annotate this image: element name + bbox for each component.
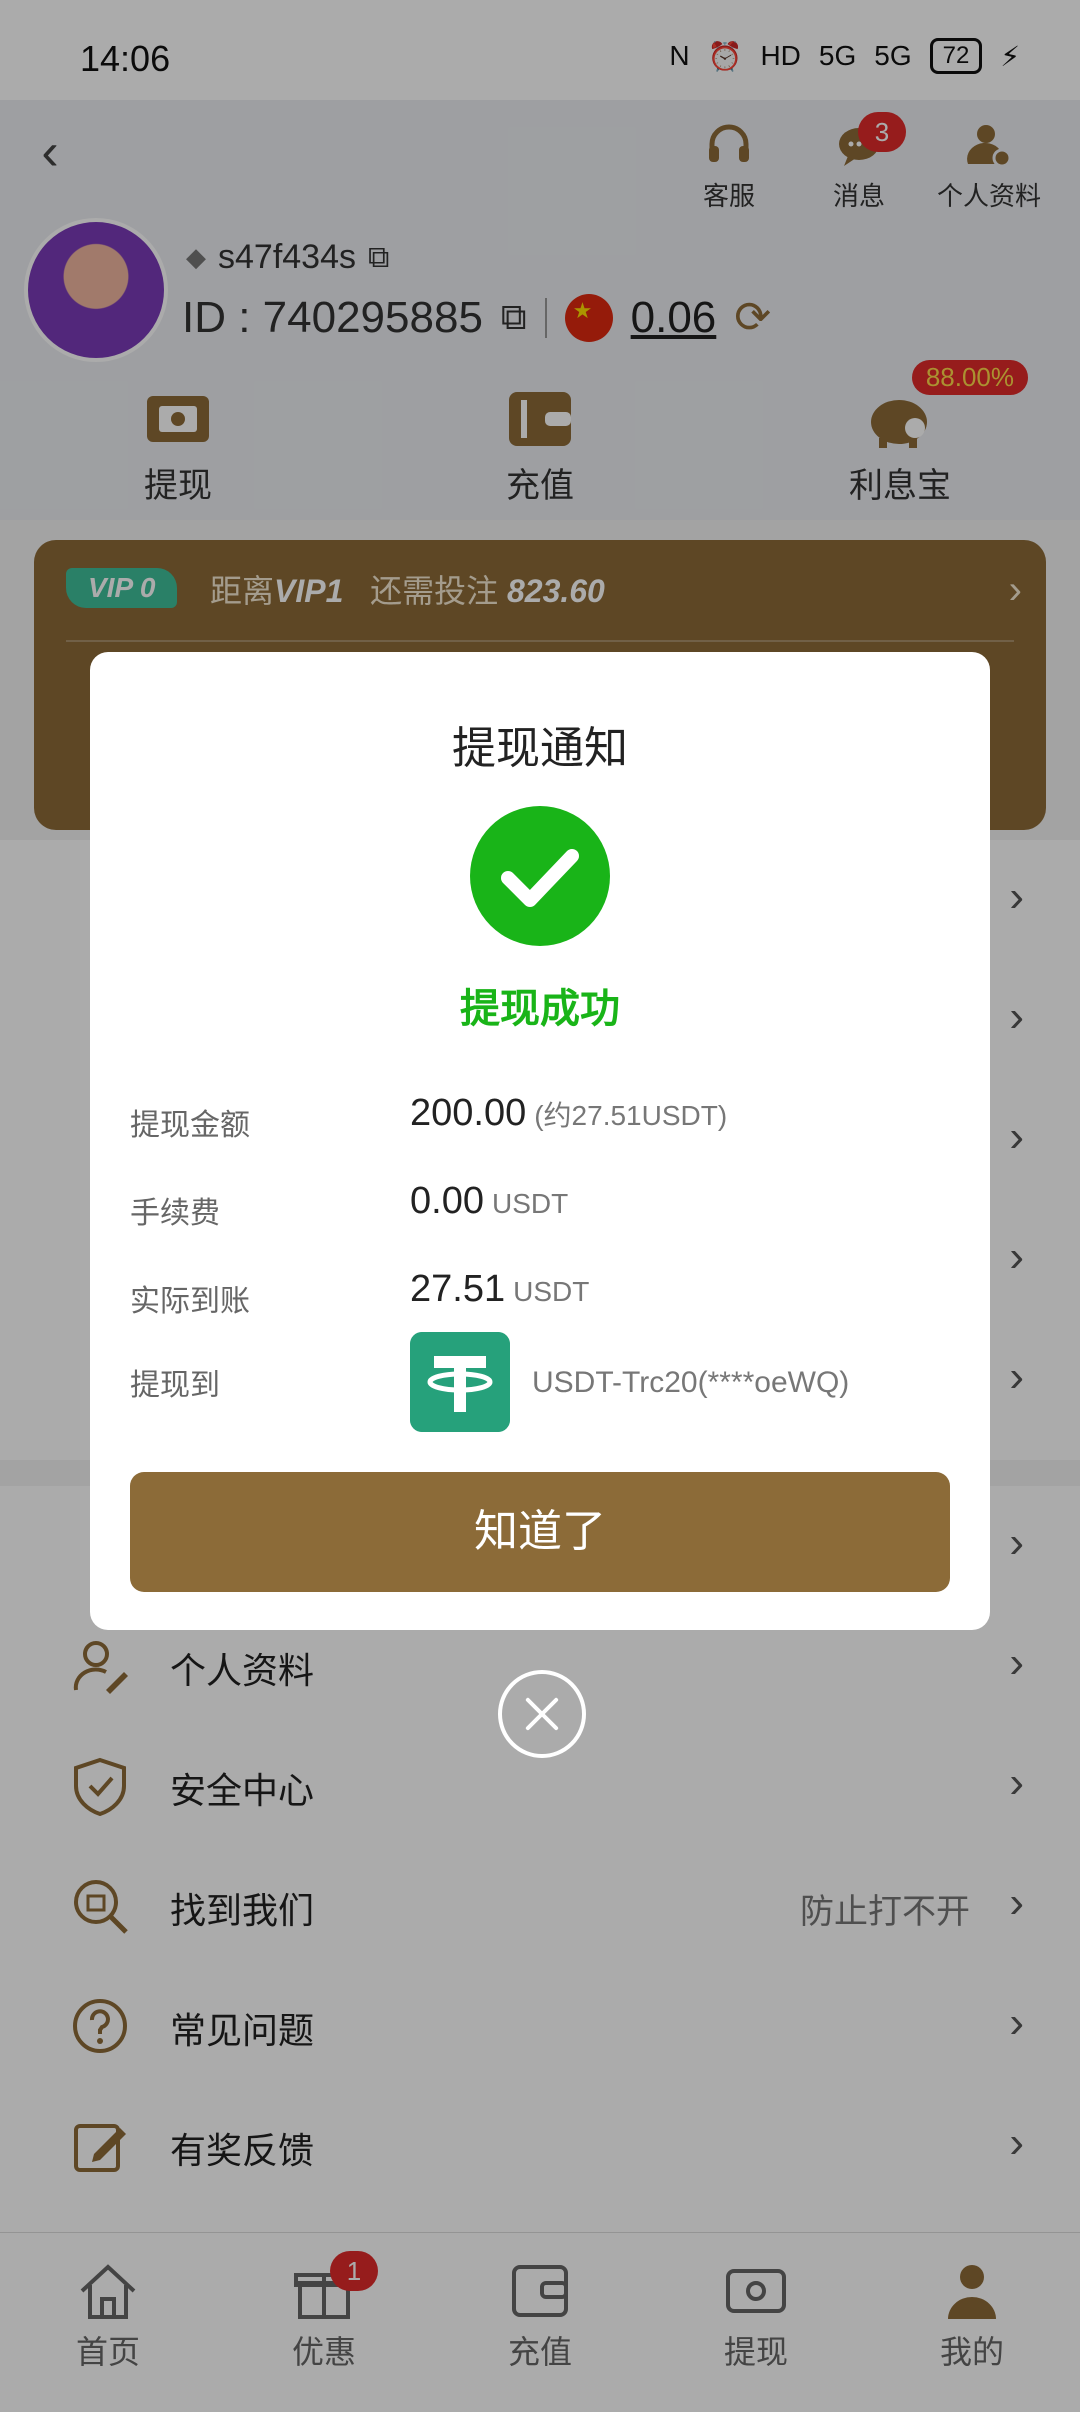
amount-row: 提现金额 200.00 (约27.51USDT) [130, 1084, 950, 1154]
received-number: 27.51 [410, 1268, 506, 1310]
fee-row: 手续费 0.00 USDT [130, 1172, 950, 1242]
amount-number: 200.00 [410, 1092, 527, 1134]
withdraw-notice-dialog: 提现通知 提现成功 提现金额 200.00 (约27.51USDT) 手续费 0.… [90, 652, 990, 1630]
destination-row: 提现到 USDT-Trc20(****oeWQ) [130, 1332, 950, 1432]
close-icon[interactable] [498, 1670, 586, 1758]
destination-account: USDT-Trc20(****oeWQ) [532, 1366, 850, 1399]
received-unit: USDT [513, 1276, 590, 1307]
received-row: 实际到账 27.51 USDT [130, 1260, 950, 1330]
amount-unit: (约27.51USDT) [534, 1100, 728, 1131]
tether-icon [410, 1332, 510, 1432]
fee-value: 0.00 USDT [410, 1180, 568, 1223]
amount-value: 200.00 (约27.51USDT) [410, 1092, 727, 1135]
got-it-button[interactable]: 知道了 [130, 1472, 950, 1592]
withdraw-status: 提现成功 [460, 987, 620, 1031]
fee-label: 手续费 [130, 1197, 220, 1230]
received-value: 27.51 USDT [410, 1268, 589, 1311]
fee-unit: USDT [491, 1188, 569, 1219]
destination-label: 提现到 [130, 1369, 220, 1402]
amount-label: 提现金额 [130, 1109, 250, 1142]
success-check-icon [470, 806, 610, 946]
fee-number: 0.00 [410, 1180, 484, 1222]
dialog-title: 提现通知 [452, 724, 628, 773]
received-label: 实际到账 [130, 1285, 250, 1318]
